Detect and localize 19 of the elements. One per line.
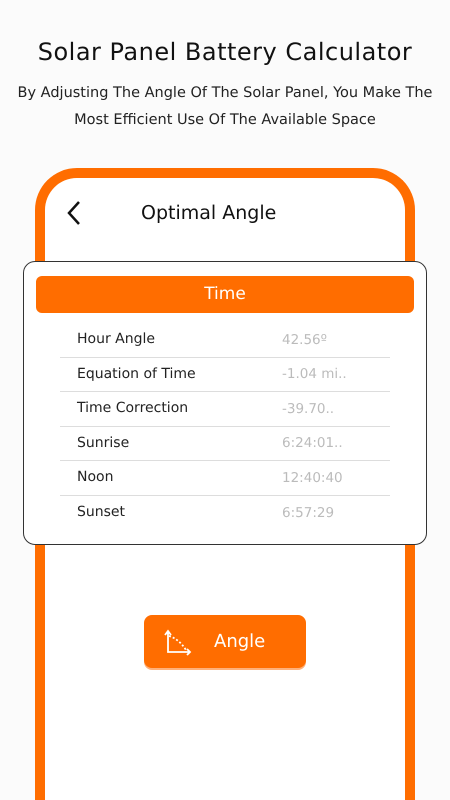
angle-button[interactable]: Angle (144, 615, 306, 668)
row-value: -1.04 mi.. (282, 365, 348, 384)
row-value: 6:24:01.. (282, 434, 344, 454)
back-icon (67, 200, 81, 226)
row-value: 42.56º (282, 330, 328, 350)
page-title: Solar Panel Battery Calculator (38, 37, 412, 68)
row-label: Noon (77, 468, 114, 488)
row-label: Sunrise (77, 434, 130, 453)
angle-icon (164, 628, 192, 656)
row-label: Equation of Time (77, 364, 196, 384)
row-value: 6:57:29 (282, 504, 336, 523)
row-value: 12:40:40 (282, 468, 344, 488)
row-value: -39.70.. (282, 400, 336, 419)
screen-title: Optimal Angle (141, 200, 276, 226)
row-label: Sunset (77, 503, 126, 522)
row-label: Hour Angle (77, 330, 156, 350)
row-label: Time Correction (77, 399, 188, 418)
section-header: Time (36, 276, 414, 313)
page-subtitle: By Adjusting The Angle Of The Solar Panel, You Make The Most Efficient Use Of The Available Space (16, 84, 434, 130)
